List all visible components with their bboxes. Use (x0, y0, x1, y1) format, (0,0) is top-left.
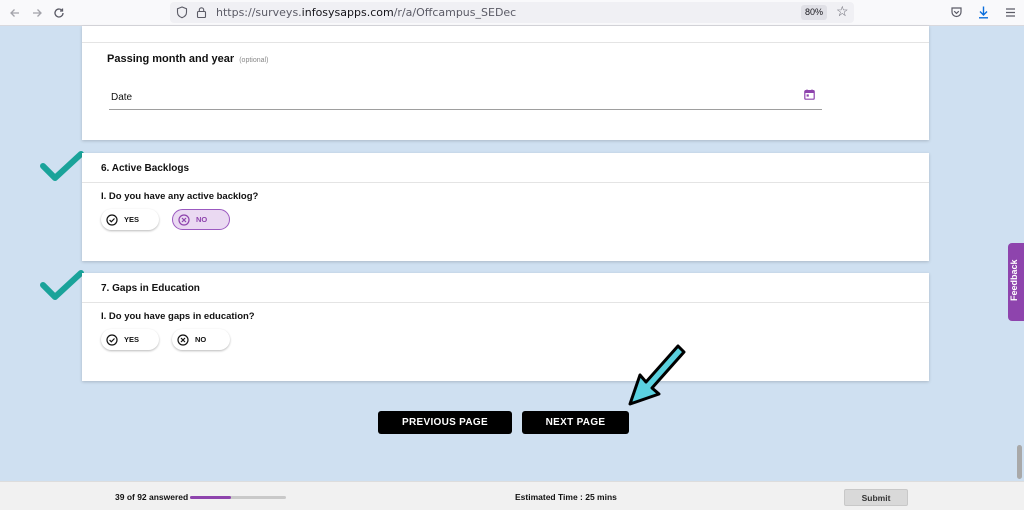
completed-check-icon (40, 270, 84, 300)
page-scrollbar[interactable] (1016, 26, 1024, 481)
active-backlog-yes-option[interactable]: YES (101, 209, 159, 230)
calendar-icon[interactable] (804, 89, 815, 100)
pointer-arrow-annotation (628, 344, 686, 406)
arrow-right-icon[interactable] (26, 2, 48, 24)
gaps-in-education-heading: 7. Gaps in Education (101, 283, 200, 294)
progress-bar-fill (190, 496, 231, 499)
x-circle-icon (177, 333, 189, 346)
survey-footer: 39 of 92 answered Estimated Time : 25 mi… (0, 481, 1024, 510)
yes-label: YES (124, 215, 140, 224)
previous-page-button[interactable]: PREVIOUS PAGE (378, 411, 512, 434)
completed-check-icon (40, 151, 84, 181)
active-backlog-question: I. Do you have any active backlog? (101, 191, 259, 202)
zoom-level-badge[interactable]: 80% (801, 5, 828, 20)
passing-date-card: Passing month and year (optional) Date (82, 26, 929, 140)
arrow-left-icon[interactable] (4, 2, 26, 24)
date-input-underline (109, 109, 822, 110)
gaps-no-option[interactable]: NO (172, 329, 230, 350)
optional-tag: (optional) (239, 57, 269, 64)
gaps-in-education-question: I. Do you have gaps in education? (101, 311, 255, 322)
next-page-button[interactable]: NEXT PAGE (522, 411, 629, 434)
check-circle-icon (106, 333, 118, 346)
active-backlogs-heading: 6. Active Backlogs (101, 163, 190, 174)
hamburger-menu-icon[interactable] (1005, 7, 1016, 18)
shield-icon[interactable] (176, 6, 188, 19)
active-backlog-no-option[interactable]: NO (172, 209, 230, 230)
card-divider (82, 182, 929, 183)
progress-bar (190, 496, 286, 499)
submit-button[interactable]: Submit (844, 489, 908, 506)
gaps-yes-option[interactable]: YES (101, 329, 159, 350)
passing-month-year-label: Passing month and year (optional) (107, 53, 269, 65)
reload-icon[interactable] (48, 2, 70, 24)
gaps-in-education-card: 7. Gaps in Education I. Do you have gaps… (82, 273, 929, 381)
url-text: https://surveys.infosysapps.com/r/a/Offc… (216, 6, 517, 19)
no-label: NO (195, 335, 207, 344)
scrollbar-thumb[interactable] (1017, 445, 1022, 479)
active-backlogs-card: 6. Active Backlogs I. Do you have any ac… (82, 153, 929, 261)
yes-label: YES (124, 335, 140, 344)
pocket-icon[interactable] (950, 6, 963, 19)
browser-toolbar: https://surveys.infosysapps.com/r/a/Offc… (0, 0, 1024, 26)
date-input[interactable]: Date (111, 92, 132, 103)
progress-text: 39 of 92 answered (115, 492, 189, 502)
card-divider (82, 42, 929, 43)
estimated-time: Estimated Time : 25 mins (515, 492, 617, 502)
check-circle-icon (106, 213, 118, 226)
lock-icon[interactable] (196, 6, 207, 19)
x-circle-icon (178, 213, 190, 226)
url-bar[interactable]: https://surveys.infosysapps.com/r/a/Offc… (170, 2, 854, 23)
download-icon[interactable] (977, 5, 990, 20)
no-label: NO (196, 215, 208, 224)
card-divider (82, 302, 929, 303)
star-icon[interactable]: ☆ (836, 3, 849, 20)
